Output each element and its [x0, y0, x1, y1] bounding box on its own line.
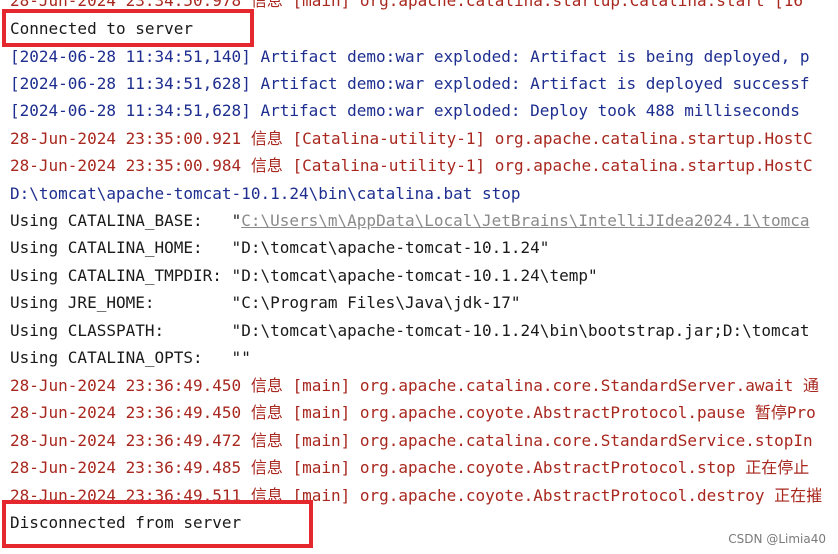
- log-line: 28-Jun-2024 23:36:49.485 信息 [main] org.a…: [10, 458, 810, 477]
- env-line: Using JRE_HOME: "C:\Program Files\Java\j…: [10, 293, 521, 312]
- command-line: D:\tomcat\apache-tomcat-10.1.24\bin\cata…: [10, 184, 521, 203]
- log-line: 28-Jun-2024 23:36:49.450 信息 [main] org.a…: [10, 376, 819, 395]
- quote: ": [231, 211, 242, 230]
- log-line: 28-Jun-2024 23:35:00.921 信息 [Catalina-ut…: [10, 129, 813, 148]
- env-line: Using CATALINA_TMPDIR: "D:\tomcat\apache…: [10, 266, 598, 285]
- env-line: Using CLASSPATH: "D:\tomcat\apache-tomca…: [10, 321, 810, 340]
- log-line: 28-Jun-2024 23:36:49.450 信息 [main] org.a…: [10, 403, 816, 422]
- console-output[interactable]: 28-Jun-2024 23:34:50.978 信息 [main] org.a…: [0, 0, 838, 554]
- env-label: Using CATALINA_BASE:: [10, 211, 232, 230]
- log-line: [2024-06-28 11:34:51,628] Artifact demo:…: [10, 101, 800, 120]
- env-line: Using CATALINA_OPTS: "": [10, 348, 251, 367]
- log-line: [2024-06-28 11:34:51,140] Artifact demo:…: [10, 47, 810, 66]
- watermark: CSDN @Limia40: [728, 532, 826, 546]
- env-line: Using CATALINA_HOME: "D:\tomcat\apache-t…: [10, 238, 550, 257]
- log-line: 28-Jun-2024 23:36:49.472 信息 [main] org.a…: [10, 431, 813, 450]
- connected-message: Connected to server: [10, 19, 194, 38]
- log-line: [2024-06-28 11:34:51,628] Artifact demo:…: [10, 74, 810, 93]
- path-link[interactable]: C:\Users\m\AppData\Local\JetBrains\Intel…: [241, 211, 809, 230]
- log-line: 28-Jun-2024 23:36:49.511 信息 [main] org.a…: [10, 486, 823, 505]
- env-line-catalina-base: Using CATALINA_BASE: "C:\Users\m\AppData…: [10, 207, 810, 234]
- log-line: 28-Jun-2024 23:35:00.984 信息 [Catalina-ut…: [10, 156, 813, 175]
- log-line: 28-Jun-2024 23:34:50.978 信息 [main] org.a…: [10, 0, 803, 10]
- disconnected-message: Disconnected from server: [10, 513, 242, 532]
